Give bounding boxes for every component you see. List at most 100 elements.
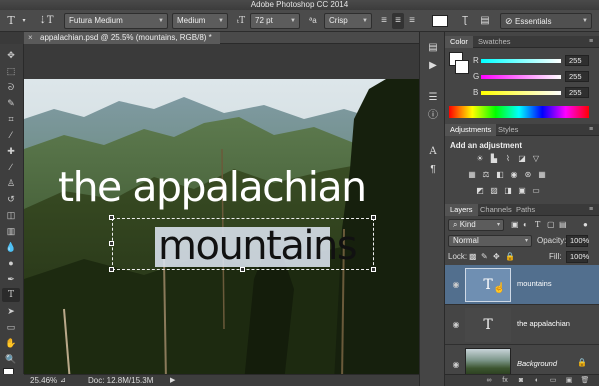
zoom-menu-icon[interactable]: ⊿ — [60, 375, 66, 386]
transform-handle[interactable] — [371, 267, 376, 272]
zoom-level[interactable]: 25.46% — [30, 375, 57, 386]
panel-menu-icon[interactable]: ≡ — [585, 205, 597, 215]
filter-shape-icon[interactable]: ▢ — [547, 220, 555, 229]
tab-swatches[interactable]: Swatches — [473, 36, 516, 48]
text-color-swatch[interactable] — [432, 15, 448, 27]
curves-icon[interactable]: ⌇ — [503, 154, 513, 164]
pen-tool-icon[interactable]: ✒ — [2, 272, 20, 286]
brush-tool-icon[interactable]: ∕ — [2, 160, 20, 174]
gradient-tool-icon[interactable]: ▥ — [2, 224, 20, 238]
layer-row-mountains[interactable]: ◉ T mountains ☝ — [445, 265, 599, 305]
background-color-chip[interactable] — [455, 60, 469, 74]
lock-transparent-icon[interactable]: ▩ — [469, 252, 477, 261]
lock-all-icon[interactable]: 🔒 — [505, 252, 515, 261]
layer-style-icon[interactable]: fx — [499, 376, 511, 386]
vibrance-icon[interactable]: ▽ — [531, 154, 541, 164]
filter-adjustment-icon[interactable]: ◐ — [523, 220, 528, 229]
history-panel-icon[interactable]: ▤ — [426, 40, 440, 56]
document-tab[interactable]: × appalachian.psd @ 25.5% (mountains, RG… — [24, 32, 220, 44]
anti-alias-select[interactable]: Crisp ▼ — [324, 13, 372, 29]
font-family-select[interactable]: Futura Medium ▼ — [64, 13, 168, 29]
actions-panel-icon[interactable]: ▶ — [426, 58, 440, 74]
type-tool-icon[interactable]: T — [4, 13, 18, 29]
filter-pixel-icon[interactable]: ▣ — [511, 220, 519, 229]
transform-handle[interactable] — [109, 215, 114, 220]
panel-menu-icon[interactable]: ≡ — [585, 37, 597, 47]
zoom-tool-icon[interactable]: 🔍 — [2, 352, 20, 366]
black-white-icon[interactable]: ◧ — [495, 170, 505, 180]
layer-name[interactable]: the appalachian — [517, 319, 570, 328]
invert-icon[interactable]: ◩ — [475, 186, 485, 196]
text-bounding-box[interactable] — [112, 218, 374, 270]
blur-tool-icon[interactable]: 💧 — [2, 240, 20, 254]
exposure-icon[interactable]: ◪ — [517, 154, 527, 164]
info-panel-icon[interactable]: ⓘ — [426, 108, 440, 124]
fill-value[interactable]: 100% — [566, 251, 589, 263]
align-right-icon[interactable]: ≡ — [406, 13, 418, 29]
photo-filter-icon[interactable]: ◉ — [509, 170, 519, 180]
visibility-eye-icon[interactable]: ◉ — [450, 318, 462, 332]
channel-b-value[interactable]: 255 — [565, 87, 589, 98]
move-tool-icon[interactable]: ✥ — [2, 48, 20, 62]
transform-handle[interactable] — [109, 241, 114, 246]
font-size-select[interactable]: 72 pt ▼ — [250, 13, 300, 29]
eyedropper-tool-icon[interactable]: ⁄ — [2, 128, 20, 142]
quick-select-tool-icon[interactable]: ✎ — [2, 96, 20, 110]
history-brush-tool-icon[interactable]: ↺ — [2, 192, 20, 206]
adjustment-layer-icon[interactable]: ◐ — [531, 376, 543, 386]
posterize-icon[interactable]: ▨ — [489, 186, 499, 196]
crop-tool-icon[interactable]: ⌗ — [2, 112, 20, 126]
tab-styles[interactable]: Styles — [493, 124, 523, 136]
filter-toggle-icon[interactable]: ● — [583, 220, 588, 229]
channel-r-value[interactable]: 255 — [565, 55, 589, 66]
panel-menu-icon[interactable]: ≡ — [585, 125, 597, 135]
gradient-map-icon[interactable]: ▭ — [531, 186, 541, 196]
brightness-contrast-icon[interactable]: ☀ — [475, 154, 485, 164]
transform-handle[interactable] — [240, 267, 245, 272]
new-group-icon[interactable]: ▭ — [547, 376, 559, 386]
layer-filter-select[interactable]: ⌕ Kind ▾ — [448, 219, 504, 231]
channel-b-slider[interactable] — [481, 91, 561, 95]
layer-row-the-appalachian[interactable]: ◉ T the appalachian — [445, 305, 599, 345]
threshold-icon[interactable]: ◨ — [503, 186, 513, 196]
hue-saturation-icon[interactable]: ▦ — [467, 170, 477, 180]
document-canvas[interactable]: the appalachian mountains — [24, 79, 419, 382]
warp-text-icon[interactable]: Ʈ — [458, 13, 472, 29]
align-center-icon[interactable]: ≡ — [392, 13, 404, 29]
canvas-area[interactable]: the appalachian mountains — [24, 44, 419, 382]
transform-handle[interactable] — [371, 215, 376, 220]
tab-paths[interactable]: Paths — [511, 204, 540, 216]
close-icon[interactable]: × — [28, 32, 33, 44]
lock-position-icon[interactable]: ✥ — [493, 252, 500, 261]
hand-tool-icon[interactable]: ✋ — [2, 336, 20, 350]
lock-image-icon[interactable]: ✎ — [481, 252, 488, 261]
character-panel-icon[interactable]: A — [426, 144, 440, 160]
character-panel-icon[interactable]: ▤ — [478, 13, 492, 29]
dodge-tool-icon[interactable]: ● — [2, 256, 20, 270]
new-layer-icon[interactable]: ▣ — [563, 376, 575, 386]
properties-panel-icon[interactable]: ☰ — [426, 90, 440, 106]
text-orientation-icon[interactable]: ⇣T — [38, 13, 54, 29]
layer-name[interactable]: Background — [517, 359, 557, 368]
healing-brush-tool-icon[interactable]: ✚ — [2, 144, 20, 158]
eraser-tool-icon[interactable]: ◫ — [2, 208, 20, 222]
type-tool-icon[interactable]: T — [2, 288, 20, 302]
link-layers-icon[interactable]: ∞ — [483, 376, 495, 386]
channel-g-value[interactable]: 255 — [565, 71, 589, 82]
clone-stamp-tool-icon[interactable]: ♙ — [2, 176, 20, 190]
trash-icon[interactable]: 🗑 — [579, 376, 591, 386]
rectangle-tool-icon[interactable]: ▭ — [2, 320, 20, 334]
layer-mask-icon[interactable]: ◙ — [515, 376, 527, 386]
path-selection-tool-icon[interactable]: ➤ — [2, 304, 20, 318]
font-style-select[interactable]: Medium ▼ — [172, 13, 228, 29]
transform-handle[interactable] — [109, 267, 114, 272]
status-menu-arrow-icon[interactable]: ▶ — [170, 375, 175, 386]
color-balance-icon[interactable]: ⚖ — [481, 170, 491, 180]
tab-color[interactable]: Color — [445, 36, 473, 48]
marquee-tool-icon[interactable]: ⬚ — [2, 64, 20, 78]
paragraph-panel-icon[interactable]: ¶ — [426, 162, 440, 178]
lasso-tool-icon[interactable]: ᘐ — [2, 80, 20, 94]
channel-g-slider[interactable] — [481, 75, 561, 79]
filter-smart-object-icon[interactable]: ▤ — [559, 220, 567, 229]
color-lookup-icon[interactable]: ▦ — [537, 170, 547, 180]
